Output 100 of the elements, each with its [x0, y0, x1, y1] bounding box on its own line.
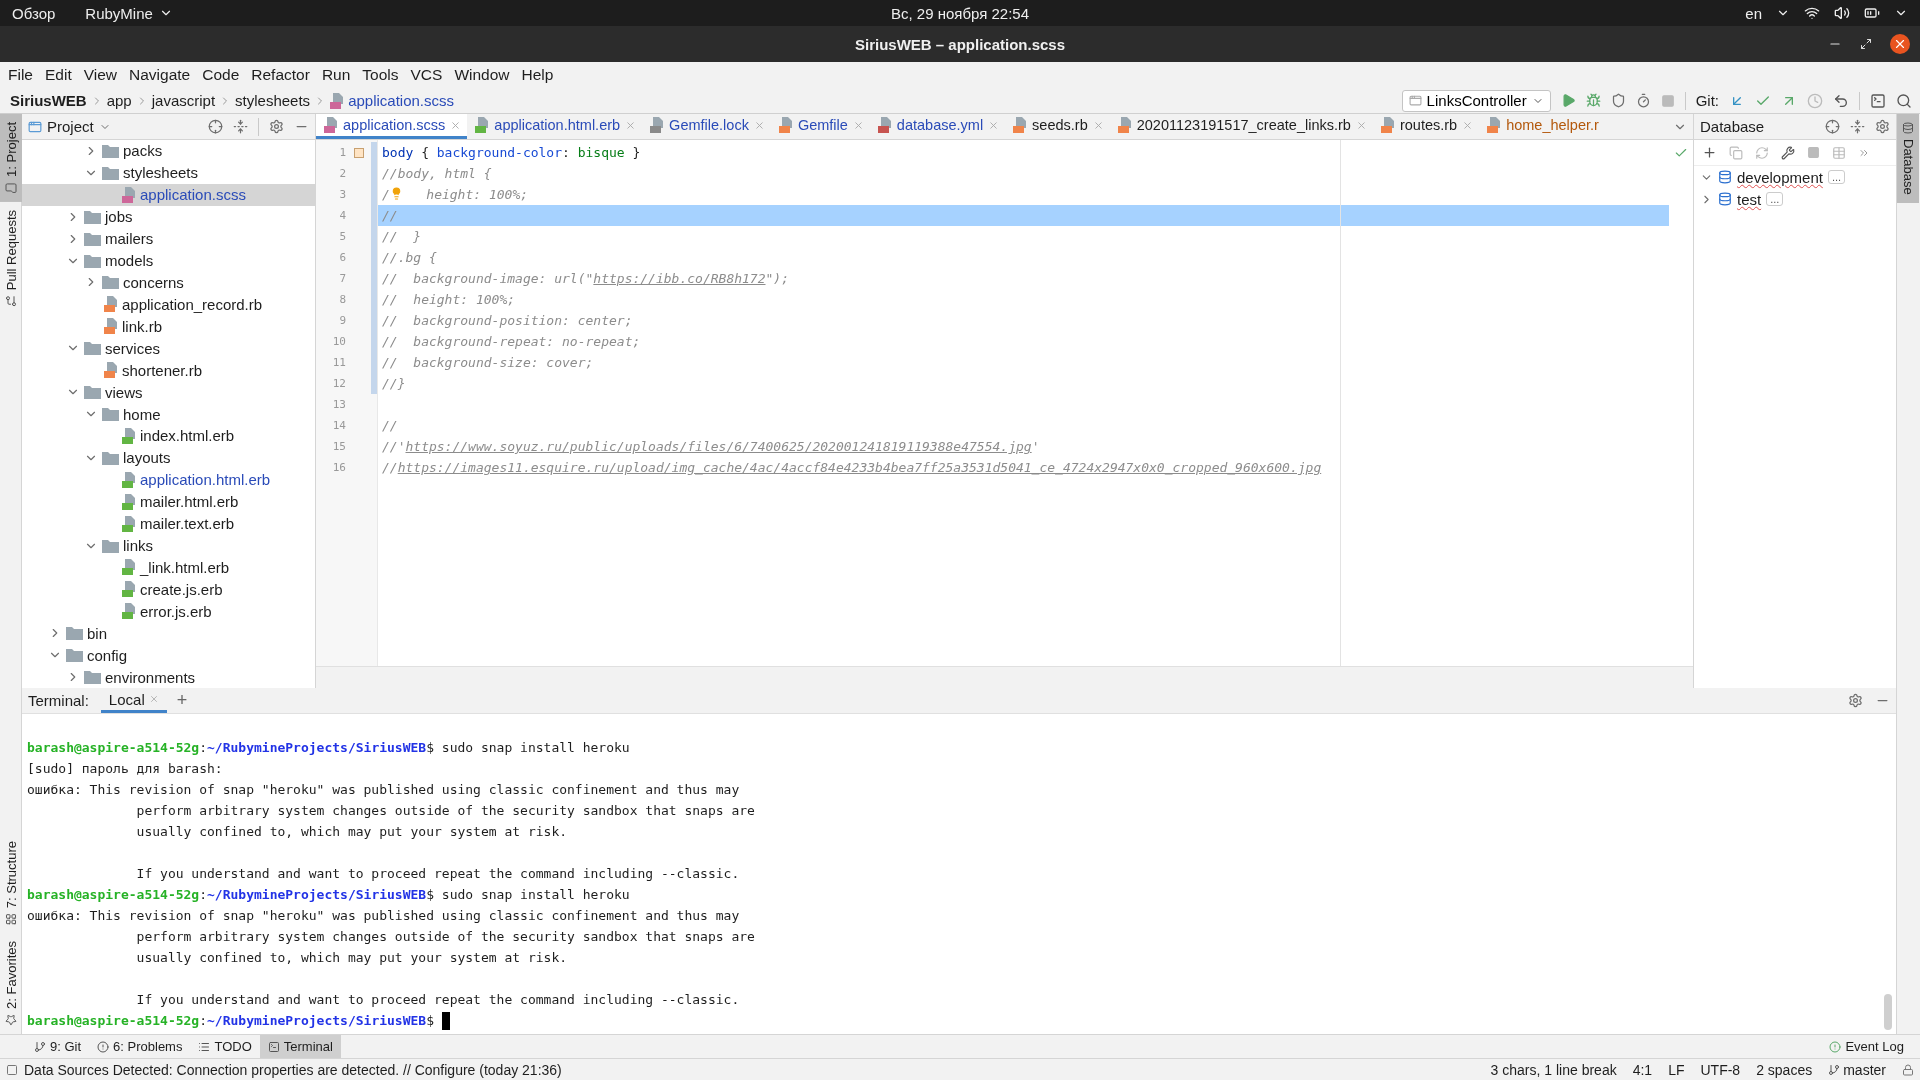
editor-tab[interactable]: home_helper.r: [1479, 114, 1605, 139]
editor-tab[interactable]: application.html.erb: [467, 114, 643, 139]
tree-item[interactable]: layouts: [22, 446, 315, 469]
rollback-icon[interactable]: [1833, 92, 1849, 109]
tree-item[interactable]: application.scss: [22, 183, 315, 206]
tree-item[interactable]: stylesheets: [22, 161, 315, 184]
tool-window-tab[interactable]: 9: Git: [26, 1035, 90, 1058]
breadcrumb-item[interactable]: app: [106, 92, 132, 109]
menu-item[interactable]: VCS: [404, 66, 449, 84]
tree-item[interactable]: index.html.erb: [22, 425, 315, 447]
tree-item[interactable]: environments: [22, 666, 315, 688]
tree-item[interactable]: bin: [22, 622, 315, 645]
local-tab[interactable]: Local: [100, 688, 167, 713]
tree-item[interactable]: link.rb: [22, 315, 315, 338]
properties-icon[interactable]: [1781, 145, 1795, 160]
tree-item[interactable]: config: [22, 644, 315, 667]
breadcrumb-item[interactable]: SiriusWEB: [10, 92, 87, 109]
window-icon[interactable]: [1870, 92, 1886, 109]
status-item[interactable]: 2 spaces: [1756, 1061, 1813, 1078]
tree-item[interactable]: services: [22, 337, 315, 360]
restore-icon[interactable]: [1860, 38, 1872, 50]
editor-tab[interactable]: database.yml: [869, 114, 1006, 139]
app-menu[interactable]: RubyMine: [85, 4, 153, 22]
tree-item[interactable]: application_record.rb: [22, 293, 315, 316]
tool-window-tab[interactable]: TODO: [190, 1035, 260, 1058]
tree-item[interactable]: mailers: [22, 227, 315, 250]
tree-item[interactable]: shortener.rb: [22, 359, 315, 382]
menu-item[interactable]: Navigate: [123, 66, 197, 84]
tree-item[interactable]: packs: [22, 140, 315, 162]
tree-item[interactable]: _link.html.erb: [22, 556, 315, 579]
editor-tab[interactable]: routes.rb: [1372, 114, 1480, 139]
keyboard-language[interactable]: en: [1745, 4, 1762, 22]
tool-window-tab[interactable]: Terminal: [259, 1035, 341, 1058]
editor-tab[interactable]: 20201123191517_create_links.rb: [1109, 114, 1373, 139]
tree-item[interactable]: error.js.erb: [22, 600, 315, 623]
add-icon[interactable]: [1702, 145, 1717, 160]
editor-tab[interactable]: seeds.rb: [1005, 114, 1110, 139]
side-tab[interactable]: 7: Structure: [0, 832, 22, 934]
status-item[interactable]: LF: [1668, 1061, 1685, 1078]
panel-title[interactable]: Project: [47, 118, 94, 135]
git-branch[interactable]: master: [1843, 1061, 1886, 1078]
tree-item[interactable]: mailer.html.erb: [22, 490, 315, 513]
terminal-output[interactable]: barash@aspire-a514-52g:~/RubymineProjects/SiriusWEB$ sudo snap install heroku [sudo] пароль для barash: ошибка: This revision of snap "heroku" was published using classic confinement and thus may perform arbitrary system changes outside of the security sandbox that snaps are usually confined to, which may put your system at risk. If you understand and want to proceed repeat the command including --classic. barash@aspire-a514-52g:~/RubymineProjects/SiriusWEB$ sudo snap install heroku ошибка: This revision of snap "heroku" was published using classic confinement and thus may perform arbitrary system changes outside of the security sandbox that snaps are usually confined to, which may put your system at risk. If you understand and want to proceed repeat the command including --classic. barash@aspire-a514-52g:~/RubymineProjects/SiriusWEB$: [22, 714, 1896, 1034]
more-badge[interactable]: ...: [1827, 170, 1846, 184]
side-tab[interactable]: Database: [1897, 114, 1919, 203]
menu-item[interactable]: Tools: [356, 66, 405, 84]
new-tab-button[interactable]: +: [168, 690, 188, 711]
status-item[interactable]: UTF-8: [1700, 1061, 1741, 1078]
side-tab[interactable]: Pull Requests: [0, 201, 22, 316]
tree-item[interactable]: jobs: [22, 205, 315, 228]
menu-item[interactable]: View: [77, 66, 124, 84]
locate-icon[interactable]: [1825, 119, 1840, 134]
editor-tab[interactable]: Gemfile.lock: [642, 114, 771, 139]
coverage-icon[interactable]: [1610, 93, 1626, 108]
scrollbar[interactable]: [1884, 994, 1892, 1030]
collapse-icon[interactable]: [1850, 119, 1865, 134]
status-message[interactable]: Data Sources Detected: Connection properties are detected. // Configure (today 21:36): [24, 1061, 562, 1078]
editor-tab[interactable]: Gemfile: [770, 114, 870, 139]
battery-icon[interactable]: [1864, 5, 1880, 21]
wifi-icon[interactable]: [1804, 5, 1820, 21]
menu-item[interactable]: Run: [315, 66, 357, 84]
search-icon[interactable]: [1896, 92, 1912, 109]
menu-item[interactable]: Edit: [39, 66, 78, 84]
settings-icon[interactable]: [269, 119, 284, 134]
menu-item[interactable]: File: [2, 66, 39, 84]
collapse-icon[interactable]: [233, 119, 248, 134]
side-tab[interactable]: 1: Project: [0, 114, 22, 202]
run-configuration-dropdown[interactable]: LinksController: [1401, 89, 1551, 112]
locate-icon[interactable]: [208, 119, 223, 134]
editor-tab[interactable]: application.scss: [316, 114, 468, 139]
event-log-button[interactable]: Event Log: [1821, 1035, 1912, 1058]
volume-icon[interactable]: [1834, 5, 1850, 21]
tree-item[interactable]: models: [22, 249, 315, 272]
breadcrumb-item[interactable]: stylesheets: [235, 92, 311, 109]
activities-button[interactable]: Обзор: [12, 4, 56, 22]
run-icon[interactable]: [1560, 93, 1576, 108]
lock-icon[interactable]: [1902, 1063, 1914, 1076]
breadcrumb-item[interactable]: application.scss: [348, 92, 454, 109]
more-badge[interactable]: ...: [1766, 192, 1784, 206]
tree-item[interactable]: views: [22, 381, 315, 404]
debug-icon[interactable]: [1585, 93, 1601, 108]
tree-item[interactable]: concerns: [22, 271, 315, 294]
menu-item[interactable]: Window: [448, 66, 516, 84]
database-item[interactable]: test ...: [1694, 188, 1896, 210]
settings-icon[interactable]: [1875, 119, 1890, 134]
tool-window-tab[interactable]: 6: Problems: [89, 1035, 191, 1058]
tree-item[interactable]: create.js.erb: [22, 578, 315, 601]
settings-icon[interactable]: [1848, 693, 1863, 708]
status-item[interactable]: 3 chars, 1 line break: [1490, 1061, 1617, 1078]
clock[interactable]: Вс, 29 ноября 22:54: [891, 4, 1029, 22]
breadcrumb-item[interactable]: javascript: [151, 92, 216, 109]
menu-item[interactable]: Code: [196, 66, 246, 84]
tree-item[interactable]: links: [22, 534, 315, 557]
tree-item[interactable]: mailer.text.erb: [22, 512, 315, 535]
horizontal-scrollbar[interactable]: [316, 666, 1693, 688]
database-item[interactable]: development ...: [1694, 166, 1896, 188]
menu-item[interactable]: Refactor: [245, 66, 316, 84]
side-tab[interactable]: 2: Favorites: [0, 933, 22, 1034]
tree-item[interactable]: application.html.erb: [22, 468, 315, 491]
profile-icon[interactable]: [1635, 93, 1651, 108]
